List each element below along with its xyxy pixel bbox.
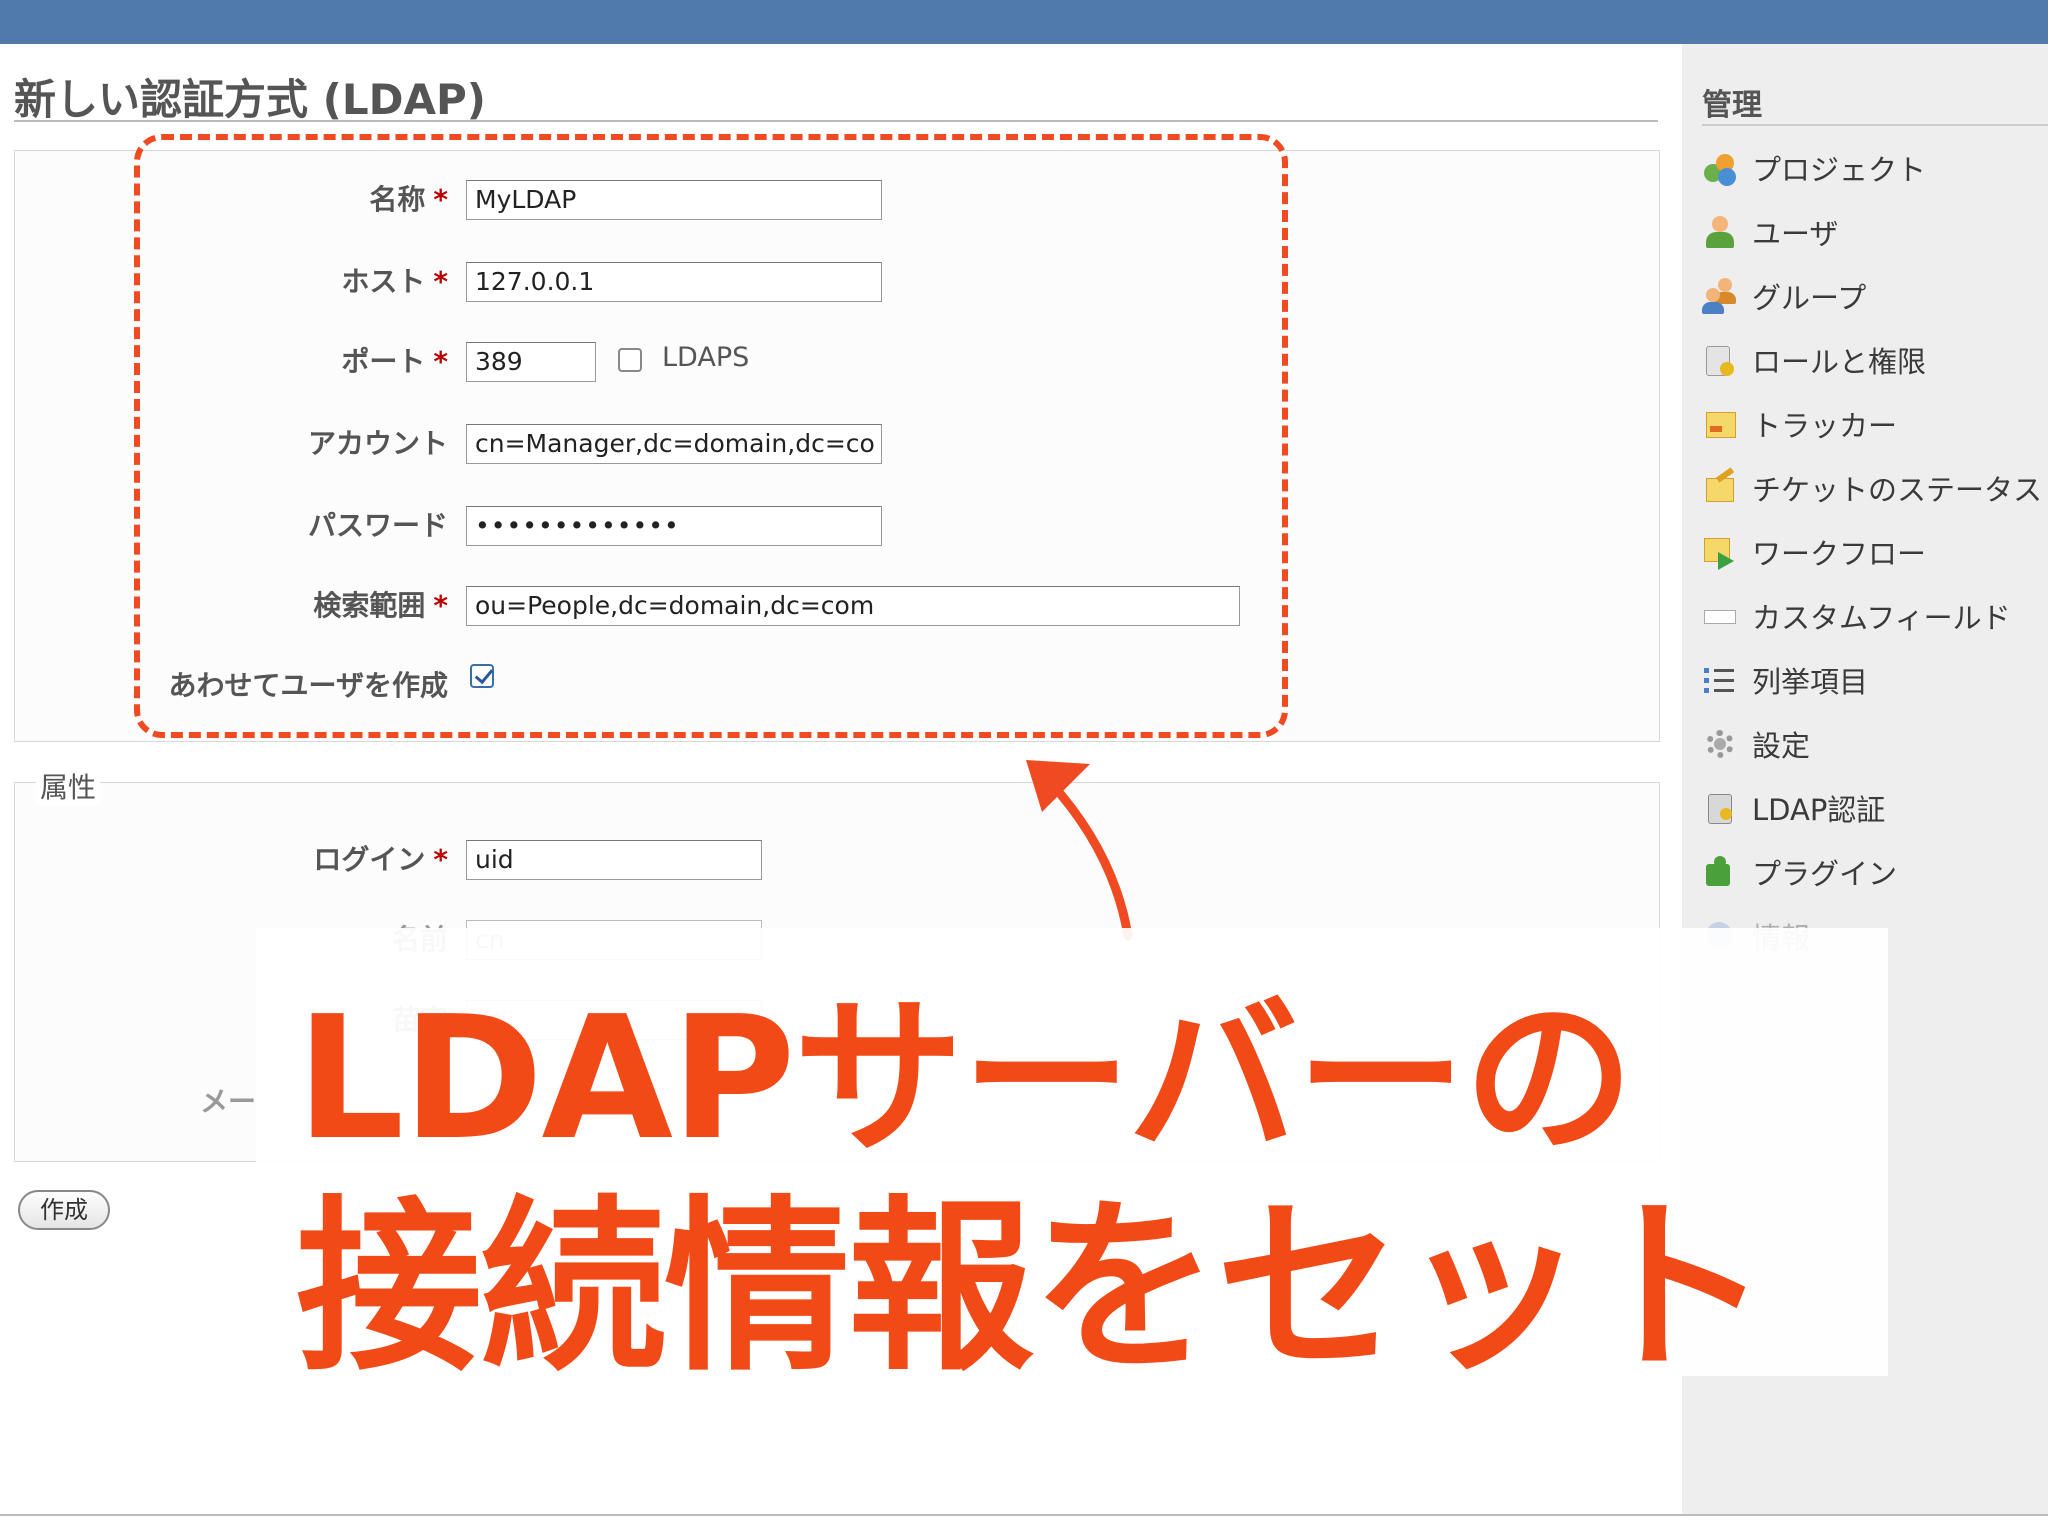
sidebar-item-issue-statuses[interactable]: チケットのステータス <box>1702 466 2042 510</box>
list-icon <box>1702 662 1738 698</box>
create-button[interactable]: 作成 <box>18 1190 110 1230</box>
sidebar-item-trackers[interactable]: トラッカー <box>1702 402 1897 446</box>
sidebar-item-projects[interactable]: プロジェクト <box>1702 146 1926 190</box>
login-attr-field[interactable]: uid <box>466 840 762 880</box>
page-title: 新しい認証方式 (LDAP) <box>14 75 486 124</box>
footer-divider <box>0 1514 2048 1516</box>
sidebar-item-groups[interactable]: グループ <box>1702 274 1866 318</box>
top-menu-bar <box>0 0 2048 44</box>
issue-status-icon <box>1702 467 1738 506</box>
sidebar-item-enumerations[interactable]: 列挙項目 <box>1702 658 1868 702</box>
custom-field-icon <box>1702 598 1738 634</box>
workflow-icon <box>1702 534 1738 570</box>
projects-icon <box>1702 150 1738 186</box>
title-divider <box>14 120 1658 122</box>
tracker-icon <box>1702 406 1738 442</box>
sidebar-item-workflow[interactable]: ワークフロー <box>1702 530 1926 574</box>
sidebar-item-roles[interactable]: ロールと権限 <box>1702 338 1926 382</box>
arrow-annotation <box>1026 760 1133 941</box>
caption-line-2: 接続情報をセット <box>296 1179 1770 1396</box>
ldap-icon <box>1702 790 1738 826</box>
sidebar-item-ldap[interactable]: LDAP認証 <box>1702 786 1885 830</box>
group-icon <box>1702 278 1738 314</box>
sidebar-divider <box>1702 124 2048 126</box>
sidebar-title: 管理 <box>1702 88 1762 123</box>
highlight-outline <box>134 134 1288 738</box>
settings-gear-icon <box>1702 726 1738 762</box>
sidebar-item-settings[interactable]: 設定 <box>1702 722 1810 766</box>
mail-attr-label: メー <box>199 1085 256 1118</box>
sidebar-item-plugins[interactable]: プラグイン <box>1702 850 1897 894</box>
plugin-icon <box>1702 854 1738 890</box>
sidebar-item-users[interactable]: ユーザ <box>1702 210 1838 254</box>
sidebar-item-custom-fields[interactable]: カスタムフィールド <box>1702 594 2011 638</box>
attributes-legend: 属性 <box>36 766 101 806</box>
login-attr-label: ログイン * <box>313 843 448 876</box>
user-icon <box>1702 214 1738 250</box>
roles-icon <box>1702 342 1738 378</box>
